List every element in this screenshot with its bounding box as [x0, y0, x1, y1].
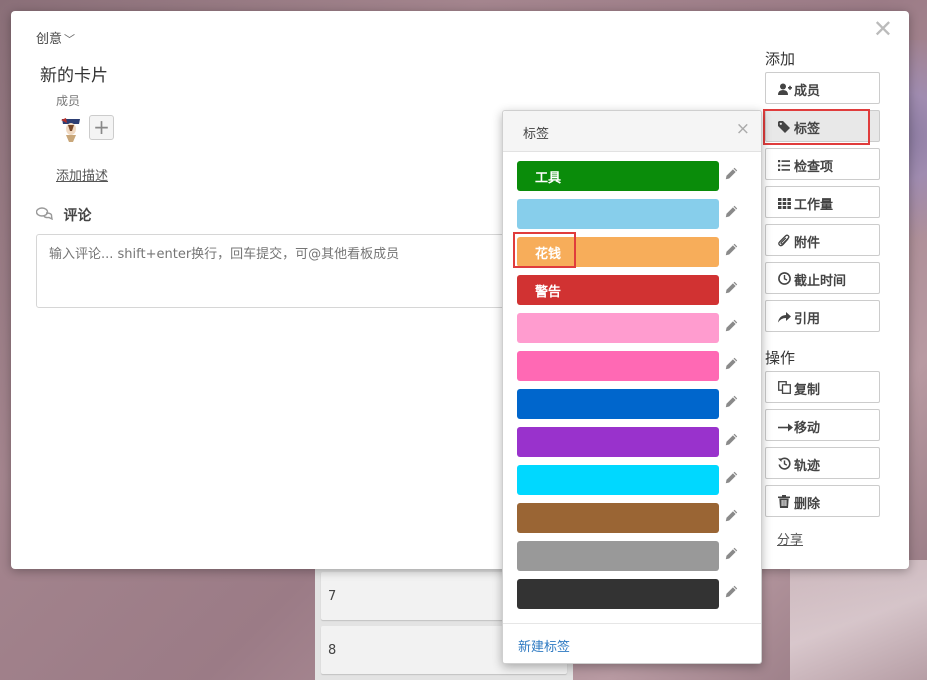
- label-row: [517, 389, 747, 419]
- label-row: [517, 427, 747, 457]
- history-icon: [778, 457, 794, 474]
- label-row: 警告: [517, 275, 747, 305]
- label-row: [517, 541, 747, 571]
- label-chip[interactable]: [517, 427, 719, 457]
- close-icon[interactable]: ×: [736, 119, 750, 139]
- delete-sidebar-button[interactable]: 删除: [765, 485, 880, 517]
- pencil-icon[interactable]: [725, 509, 739, 525]
- button-label: 截止时间: [794, 274, 847, 289]
- labels-popover: 标签 × 工具花钱警告 新建标签: [502, 110, 762, 664]
- button-label: 轨迹: [794, 459, 821, 474]
- button-label: 附件: [794, 236, 821, 251]
- label-chip[interactable]: [517, 465, 719, 495]
- label-row: [517, 351, 747, 381]
- label-chip[interactable]: [517, 579, 719, 609]
- label-chip[interactable]: 警告: [517, 275, 719, 305]
- add-section-title: 添加: [765, 50, 796, 68]
- copy-sidebar-button[interactable]: 复制: [765, 371, 880, 403]
- button-label: 标签: [794, 122, 821, 137]
- popover-header: 标签 ×: [503, 111, 761, 152]
- checklist-sidebar-button[interactable]: 检查项: [765, 148, 880, 180]
- label-chip[interactable]: [517, 389, 719, 419]
- pencil-icon[interactable]: [725, 547, 739, 563]
- pencil-icon[interactable]: [725, 471, 739, 487]
- popover-title: 标签: [523, 127, 550, 142]
- button-label: 引用: [794, 312, 821, 327]
- label-chip[interactable]: 工具: [517, 161, 719, 191]
- label-row: [517, 503, 747, 533]
- paperclip-icon: [778, 234, 794, 251]
- workload-sidebar-button[interactable]: 工作量: [765, 186, 880, 218]
- share-link[interactable]: 分享: [777, 529, 803, 548]
- label-chip[interactable]: [517, 199, 719, 229]
- add-member-button[interactable]: +: [89, 115, 114, 140]
- label-row: [517, 313, 747, 343]
- comment-header: 评论: [35, 205, 92, 225]
- new-label-link[interactable]: 新建标签: [518, 636, 570, 655]
- button-label: 成员: [794, 84, 821, 99]
- add-user-icon: [778, 83, 794, 99]
- label-chip[interactable]: [517, 313, 719, 343]
- due-date-sidebar-button[interactable]: 截止时间: [765, 262, 880, 294]
- pencil-icon[interactable]: [725, 243, 739, 259]
- button-label: 删除: [794, 497, 821, 512]
- pencil-icon[interactable]: [725, 357, 739, 373]
- pencil-icon[interactable]: [725, 433, 739, 449]
- button-label: 工作量: [794, 198, 834, 213]
- card-detail-dialog: ✕ 创意﹀ 新的卡片 成员 + 添加描述 评论 添加 成员 标签 检查项 工作量…: [11, 11, 909, 569]
- arrow-right-icon: [778, 421, 794, 436]
- trash-icon: [778, 495, 794, 512]
- grid-icon: [778, 198, 794, 213]
- label-chip[interactable]: [517, 351, 719, 381]
- card-title[interactable]: 新的卡片: [40, 61, 108, 86]
- add-member-sidebar-button[interactable]: 成员: [765, 72, 880, 104]
- share-arrow-icon: [778, 312, 794, 327]
- popover-footer-divider: [503, 623, 761, 624]
- label-row: 花钱: [517, 237, 747, 267]
- move-sidebar-button[interactable]: 移动: [765, 409, 880, 441]
- pencil-icon[interactable]: [725, 585, 739, 601]
- avatar[interactable]: [59, 115, 83, 143]
- label-row: [517, 465, 747, 495]
- pencil-icon[interactable]: [725, 395, 739, 411]
- comments-icon: [35, 207, 57, 224]
- button-label: 复制: [794, 383, 821, 398]
- pencil-icon[interactable]: [725, 319, 739, 335]
- tag-icon: [778, 121, 794, 137]
- actions-section-title: 操作: [765, 349, 796, 367]
- comment-input[interactable]: [36, 234, 526, 308]
- chevron-down-icon: ﹀: [64, 33, 76, 46]
- button-label: 移动: [794, 421, 821, 436]
- copy-icon: [778, 381, 794, 398]
- add-description-link[interactable]: 添加描述: [56, 165, 108, 184]
- label-chip[interactable]: 花钱: [517, 237, 719, 267]
- label-sidebar-button[interactable]: 标签: [765, 110, 880, 142]
- background-decoration: [790, 560, 927, 680]
- list-selector[interactable]: 创意 ﹀: [36, 28, 75, 47]
- label-row: 工具: [517, 161, 747, 191]
- close-icon[interactable]: ✕: [873, 17, 893, 41]
- history-sidebar-button[interactable]: 轨迹: [765, 447, 880, 479]
- list-name: 创意: [36, 32, 63, 47]
- reference-sidebar-button[interactable]: 引用: [765, 300, 880, 332]
- pencil-icon[interactable]: [725, 205, 739, 221]
- label-row: [517, 199, 747, 229]
- comment-title: 评论: [63, 208, 92, 224]
- label-chip[interactable]: [517, 541, 719, 571]
- checklist-icon: [778, 160, 794, 175]
- label-row: [517, 579, 747, 609]
- members-label: 成员: [56, 94, 81, 108]
- attachment-sidebar-button[interactable]: 附件: [765, 224, 880, 256]
- pencil-icon[interactable]: [725, 281, 739, 297]
- clock-icon: [778, 272, 794, 289]
- pencil-icon[interactable]: [725, 167, 739, 183]
- button-label: 检查项: [794, 160, 834, 175]
- label-chip[interactable]: [517, 503, 719, 533]
